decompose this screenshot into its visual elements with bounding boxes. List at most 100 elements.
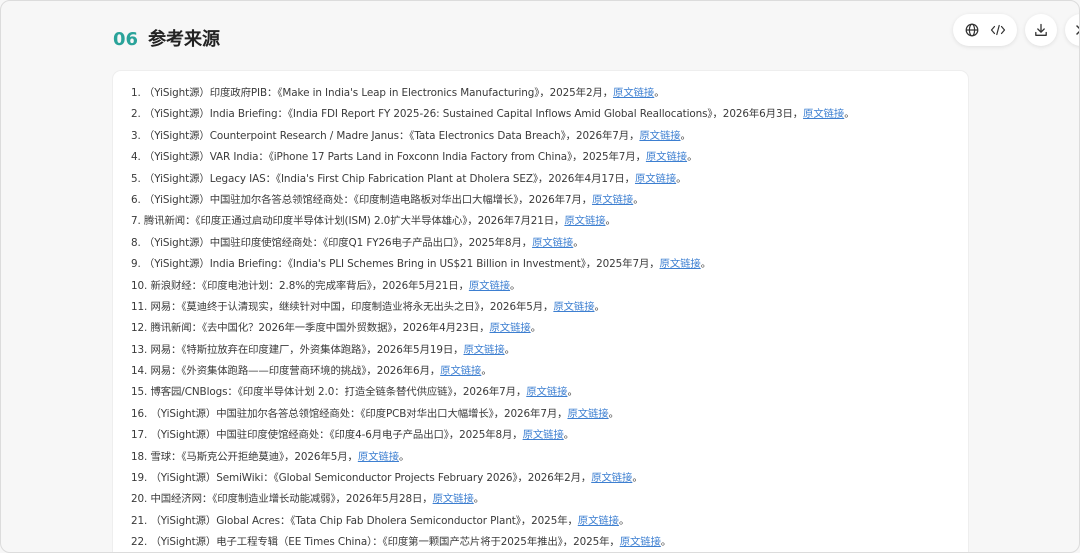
reference-text: （YiSight源）Legacy IAS：《India's First Chip… [143, 172, 635, 185]
toolbar [953, 14, 1079, 46]
reference-item: 12. 腾讯新闻：《去中国化？2026年一季度中国外贸数据》，2026年4月23… [131, 318, 958, 339]
reference-end: 。 [660, 536, 672, 549]
globe-icon[interactable] [961, 19, 983, 41]
close-button[interactable] [1065, 14, 1079, 46]
reference-number: 2. [131, 108, 141, 121]
reference-item: 18. 雪球：《马斯克公开拒绝莫迪》，2026年5月，原文链接。 [131, 447, 958, 468]
reference-number: 17. [131, 429, 148, 442]
source-link[interactable]: 原文链接 [646, 151, 687, 163]
reference-number: 13. [131, 343, 148, 356]
reference-item: 9. （YiSight源）India Briefing：《India's PLI… [131, 254, 958, 275]
reference-text: 新浪财经：《印度电池计划：2.8%的完成率背后》，2026年5月21日， [150, 279, 469, 292]
source-link[interactable]: 原文链接 [639, 130, 680, 142]
reference-text: 博客园/CNBlogs：《印度半导体计划 2.0：打造全链条替代供应链》，202… [150, 386, 527, 399]
reference-item: 16. （YiSight源）中国驻加尔各答总领馆经商处：《印度PCB对华出口大幅… [131, 404, 958, 425]
reference-end: 。 [573, 236, 584, 249]
source-link[interactable]: 原文链接 [553, 301, 594, 313]
reference-item: 5. （YiSight源）Legacy IAS：《India's First C… [131, 169, 958, 190]
reference-item: 17. （YiSight源）中国驻印度使馆经商处：《印度4-6月电子产品出口》，… [131, 425, 958, 446]
reference-end: 。 [844, 108, 855, 121]
source-link[interactable]: 原文链接 [469, 280, 510, 292]
source-link[interactable]: 原文链接 [440, 365, 481, 377]
reference-end: 。 [687, 151, 698, 164]
document-frame: 06 参考来源 1. （YiSight源）印度政府PIB：《Make in In… [0, 0, 1080, 553]
reference-end: 。 [594, 300, 605, 313]
reference-number: 7. [131, 215, 141, 228]
reference-text: 中国经济网：《印度制造业增长动能减弱》，2026年5月28日， [150, 493, 433, 506]
reference-number: 19. [131, 472, 148, 485]
reference-end: 。 [618, 514, 630, 527]
view-options-pill [953, 14, 1017, 46]
reference-item: 14. 网易：《外资集体跑路——印度营商环境的挑战》，2026年6月，原文链接。 [131, 361, 958, 382]
reference-item: 10. 新浪财经：《印度电池计划：2.8%的完成率背后》，2026年5月21日，… [131, 276, 958, 297]
reference-item: 8. （YiSight源）中国驻印度使馆经商处：《印度Q1 FY26电子产品出口… [131, 233, 958, 254]
reference-end: 。 [608, 407, 619, 420]
source-link[interactable]: 原文链接 [567, 408, 608, 420]
reference-text: （YiSight源）India Briefing：《India's PLI Sc… [143, 258, 660, 271]
source-link[interactable]: 原文链接 [523, 429, 564, 441]
source-link[interactable]: 原文链接 [526, 386, 567, 398]
source-link[interactable]: 原文链接 [660, 258, 701, 270]
section-number: 06 [113, 29, 139, 50]
reference-text: 腾讯新闻：《印度正通过启动印度半导体计划(ISM) 2.0扩大半导体雄心》，20… [143, 215, 565, 228]
reference-text: （YiSight源）电子工程专辑（EE Times China）：《印度第一颗国… [150, 536, 620, 549]
reference-end: 。 [676, 172, 687, 185]
reference-number: 21. [131, 514, 148, 527]
reference-item: 21. （YiSight源）Global Acres：《Tata Chip Fa… [131, 511, 958, 532]
source-link[interactable]: 原文链接 [613, 87, 654, 99]
source-link[interactable]: 原文链接 [564, 215, 605, 227]
source-link[interactable]: 原文链接 [532, 237, 573, 249]
reference-item: 15. 博客园/CNBlogs：《印度半导体计划 2.0：打造全链条替代供应链》… [131, 382, 958, 403]
reference-item: 19. （YiSight源）SemiWiki：《Global Semicondu… [131, 468, 958, 489]
section-header: 06 参考来源 [113, 25, 220, 51]
reference-end: 。 [605, 215, 616, 228]
source-link[interactable]: 原文链接 [490, 322, 531, 334]
reference-number: 18. [131, 450, 148, 463]
source-link[interactable]: 原文链接 [803, 108, 844, 120]
code-icon[interactable] [987, 19, 1009, 41]
reference-text: 网易：《特斯拉放弃在印度建厂，外资集体跑路》，2026年5月19日， [150, 343, 464, 356]
reference-list: 1. （YiSight源）印度政府PIB：《Make in India's Le… [131, 83, 958, 552]
source-link[interactable]: 原文链接 [578, 515, 619, 527]
reference-text: 雪球：《马斯克公开拒绝莫迪》，2026年5月， [150, 450, 358, 463]
reference-end: 。 [530, 322, 541, 335]
reference-item: 4. （YiSight源）VAR India：《iPhone 17 Parts … [131, 147, 958, 168]
reference-end: 。 [473, 493, 485, 506]
reference-number: 4. [131, 151, 141, 164]
source-link[interactable]: 原文链接 [620, 536, 661, 548]
reference-end: 。 [504, 343, 515, 356]
reference-end: 。 [399, 450, 410, 463]
reference-text: 网易：《莫迪终于认清现实，继续针对中国，印度制造业将永无出头之日》，2026年5… [150, 300, 554, 313]
reference-end: 。 [563, 429, 575, 442]
reference-item: 20. 中国经济网：《印度制造业增长动能减弱》，2026年5月28日，原文链接。 [131, 489, 958, 510]
reference-text: 网易：《外资集体跑路——印度营商环境的挑战》，2026年6月， [150, 365, 441, 378]
reference-number: 3. [131, 129, 141, 142]
reference-number: 12. [131, 322, 148, 335]
reference-end: 。 [567, 386, 578, 399]
reference-number: 20. [131, 493, 148, 506]
source-link[interactable]: 原文链接 [358, 451, 399, 463]
reference-item: 1. （YiSight源）印度政府PIB：《Make in India's Le… [131, 83, 958, 104]
reference-text: 腾讯新闻：《去中国化？2026年一季度中国外贸数据》，2026年4月23日， [150, 322, 490, 335]
reference-text: （YiSight源）中国驻印度使馆经商处：《印度Q1 FY26电子产品出口》，2… [143, 236, 533, 249]
reference-number: 6. [131, 193, 141, 206]
source-link[interactable]: 原文链接 [635, 173, 676, 185]
download-button[interactable] [1025, 14, 1057, 46]
reference-end: 。 [510, 279, 521, 292]
reference-item: 2. （YiSight源）India Briefing：《India FDI R… [131, 104, 958, 125]
reference-end: 。 [680, 129, 691, 142]
reference-text: （YiSight源）India Briefing：《India FDI Repo… [143, 108, 804, 121]
reference-end: 。 [633, 193, 644, 206]
source-link[interactable]: 原文链接 [592, 194, 633, 206]
reference-number: 22. [131, 536, 148, 549]
source-link[interactable]: 原文链接 [591, 472, 632, 484]
reference-number: 8. [131, 236, 141, 249]
download-icon [1034, 23, 1048, 37]
reference-end: 。 [481, 365, 492, 378]
reference-item: 13. 网易：《特斯拉放弃在印度建厂，外资集体跑路》，2026年5月19日，原文… [131, 340, 958, 361]
reference-item: 3. （YiSight源）Counterpoint Research / Mad… [131, 126, 958, 147]
reference-number: 10. [131, 279, 148, 292]
source-link[interactable]: 原文链接 [433, 493, 474, 505]
source-link[interactable]: 原文链接 [463, 344, 504, 356]
close-icon [1075, 24, 1079, 36]
